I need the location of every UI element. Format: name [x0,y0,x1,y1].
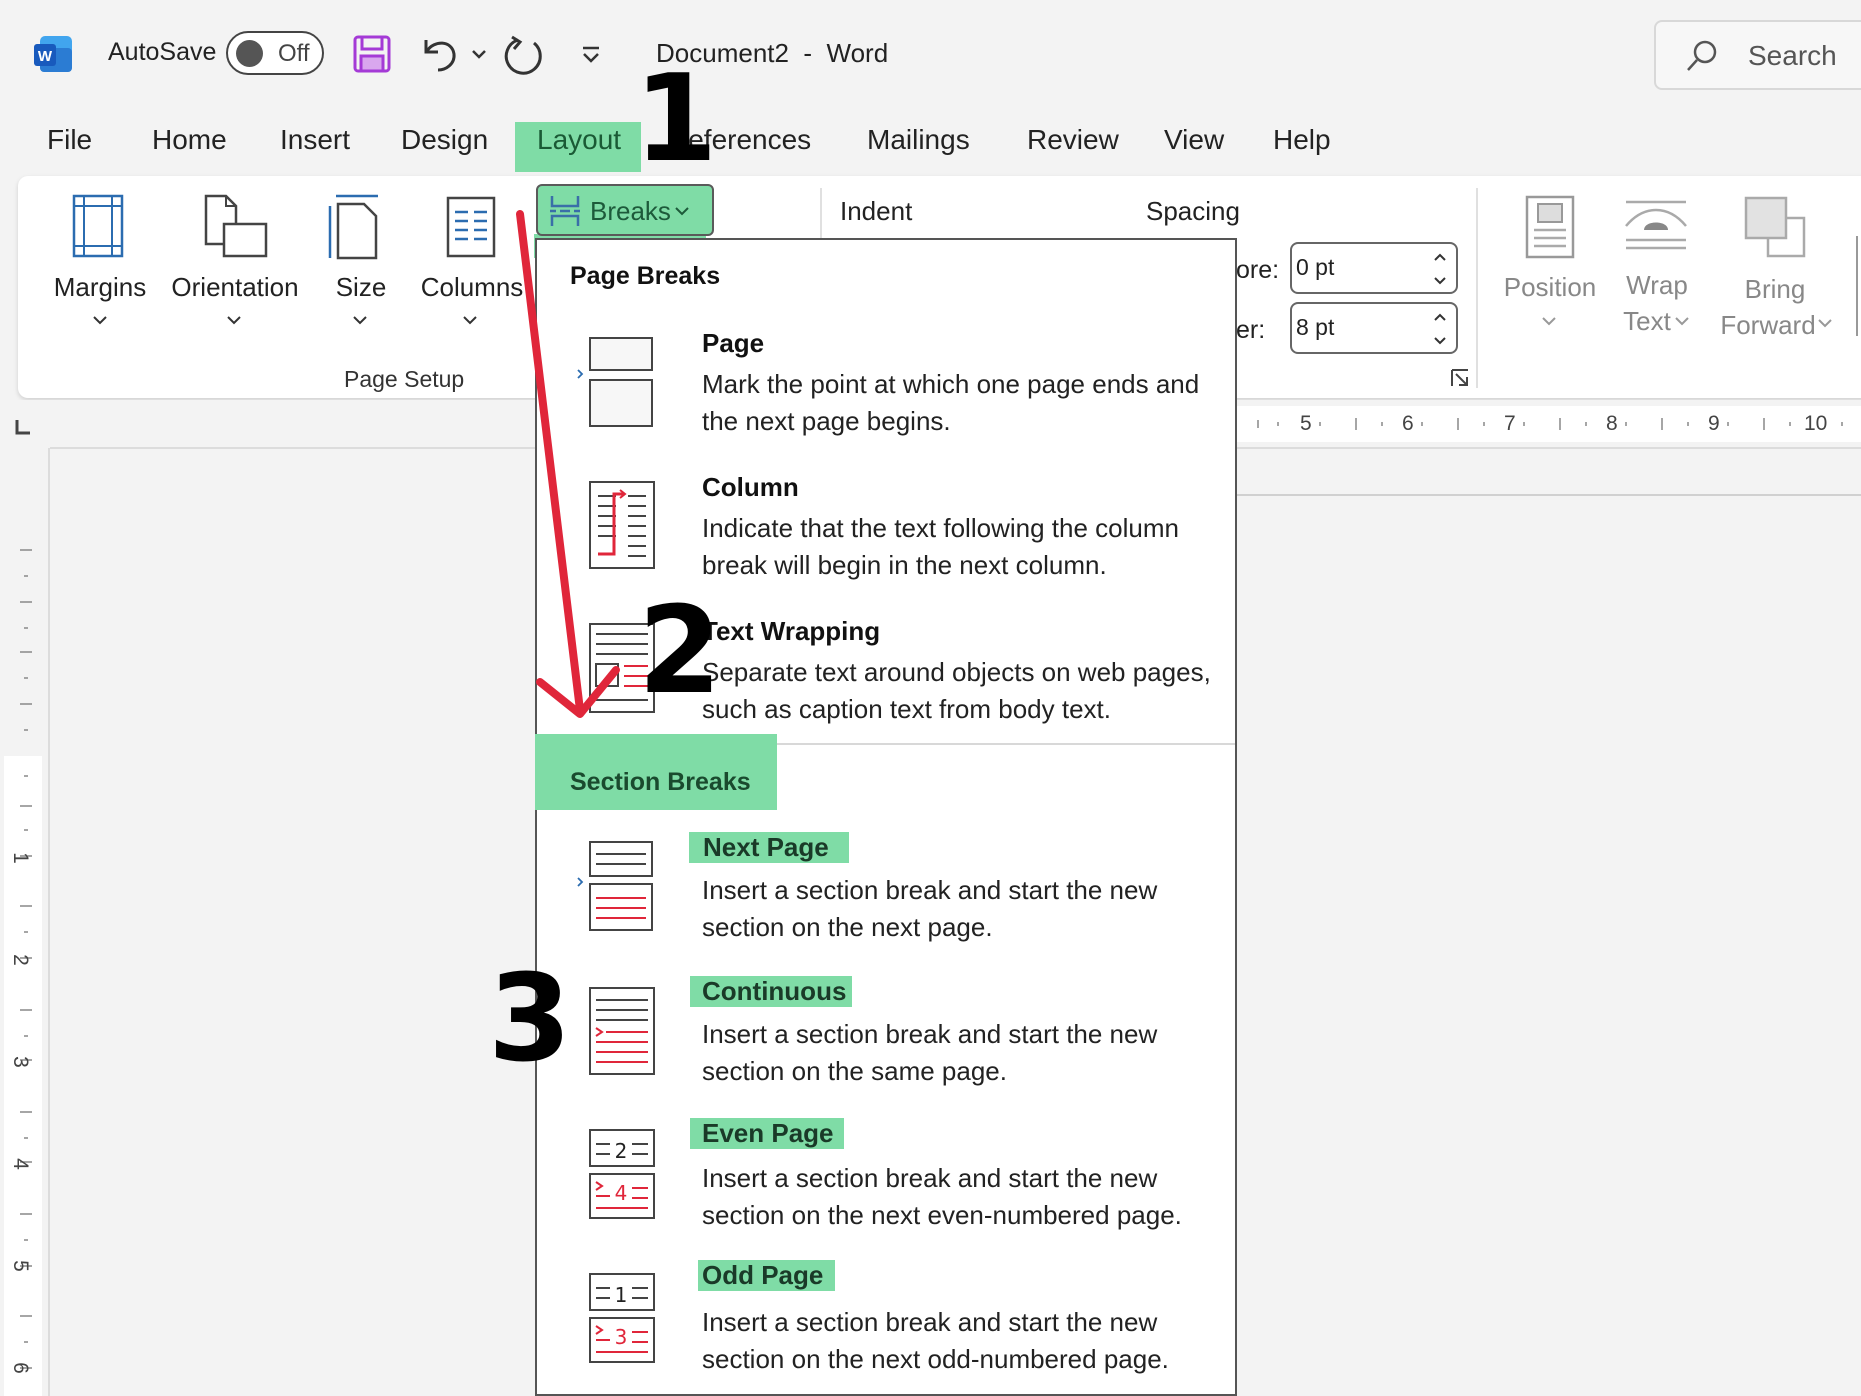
spacing-before-input[interactable]: 0 pt [1290,242,1458,294]
spacing-after-input[interactable]: 8 pt [1290,302,1458,354]
search-icon [1684,38,1720,74]
tab-review[interactable]: Review [1027,124,1119,156]
autosave-state: Off [278,40,310,67]
ruler-ticks [1257,418,1843,430]
customize-toolbar-icon[interactable] [578,44,604,66]
spinner-arrows-icon[interactable] [1432,310,1448,348]
autosave-toggle[interactable]: Off [226,31,324,75]
orientation-icon [200,194,270,260]
title-bar: W AutoSave Off Document2 - Word Search [0,0,1861,110]
autosave-label: AutoSave [108,38,217,66]
spacing-before-label: ore: [1236,256,1280,284]
tab-file[interactable]: File [47,124,92,156]
next-page-break-desc: Insert a section break and start the new… [702,875,1158,942]
margins-button[interactable]: Margins [48,272,152,303]
tab-help[interactable]: Help [1273,124,1331,156]
text-wrapping-break-title[interactable]: Text Wrapping [702,616,880,647]
annotation-arrow [516,210,620,718]
annotation-step-3: 3 [488,950,572,1089]
redo-icon[interactable] [504,34,546,76]
vertical-ruler-edge [48,448,50,1396]
columns-chevron-icon [462,315,478,325]
word-logo-icon: W [34,34,74,74]
even-icon-number: 4 [615,1181,628,1205]
search-label: Search [1748,40,1837,71]
wrap-text-line2[interactable]: Text [1612,306,1682,337]
indent-label: Indent [840,196,913,226]
odd-page-break-desc: Insert a section break and start the new… [702,1307,1169,1374]
bring-forward-icon [1742,194,1808,260]
page-setup-group-label: Page Setup [344,366,465,392]
tab-stop-icon[interactable] [14,418,32,436]
text-wrapping-break-desc: Separate text around objects on web page… [702,657,1211,724]
tab-insert[interactable]: Insert [280,124,350,156]
page-break-desc: Mark the point at which one page ends an… [702,369,1200,436]
continuous-break-title[interactable]: Continuous [690,976,853,1007]
size-chevron-icon [352,315,368,325]
spacing-before-value: 0 pt [1296,254,1335,280]
tab-mailings[interactable]: Mailings [867,124,970,156]
breaks-chevron-icon [674,206,690,216]
odd-page-break-icon: 1 3 [588,1272,656,1364]
section-breaks-heading: Section Breaks [570,768,751,796]
odd-icon-number: 3 [615,1325,628,1349]
next-page-break-icon [576,840,656,932]
save-icon[interactable] [352,34,392,74]
undo-icon[interactable] [418,34,460,74]
position-button[interactable]: Position [1498,272,1602,303]
continuous-break-desc: Insert a section break and start the new… [702,1019,1158,1086]
even-page-break-desc: Insert a section break and start the new… [702,1163,1182,1230]
even-page-break-icon: 2 4 [588,1128,656,1220]
continuous-break-icon [588,986,656,1076]
wrap-text-line1[interactable]: Wrap [1612,270,1702,301]
vertical-ruler-number: 2 [8,954,32,966]
even-page-break-title[interactable]: Even Page [690,1118,844,1149]
tab-home[interactable]: Home [152,124,227,156]
toggle-knob [236,40,263,67]
vertical-ruler-number: 1 [8,852,32,864]
margins-chevron-icon [92,315,108,325]
tab-view[interactable]: View [1164,124,1224,156]
ribbon-edge-divider [1856,236,1858,336]
bring-forward-line1[interactable]: Bring [1720,274,1830,305]
paragraph-dialog-launcher-icon[interactable] [1450,368,1470,388]
margins-icon [70,192,126,260]
column-break-title[interactable]: Column [702,472,799,503]
spinner-arrows-icon[interactable] [1432,250,1448,288]
svg-text:W: W [38,48,53,65]
bring-forward-chevron-icon [1817,318,1833,328]
odd-page-break-title[interactable]: Odd Page [698,1260,836,1291]
annotation-step-2: 2 [638,582,722,721]
ribbon-separator [1476,188,1478,388]
even-icon-number: 2 [615,1139,628,1163]
column-break-desc: Indicate that the text following the col… [702,513,1179,580]
search-box[interactable]: Search [1654,20,1861,90]
vertical-ruler-number: 6 [8,1362,32,1374]
orientation-chevron-icon [226,315,242,325]
tab-design[interactable]: Design [401,124,488,156]
wrap-text-chevron-icon [1674,316,1690,326]
odd-icon-number: 1 [615,1283,628,1307]
spacing-label: Spacing [1146,196,1240,226]
next-page-break-title[interactable]: Next Page [689,832,849,863]
size-button[interactable]: Size [324,272,398,303]
position-chevron-icon [1541,316,1557,326]
size-icon [326,192,386,262]
ribbon-separator [820,188,822,242]
undo-dropdown-icon[interactable] [468,44,490,64]
wrap-text-icon [1622,196,1690,252]
orientation-button[interactable]: Orientation [162,272,308,303]
vertical-ruler-number: 4 [8,1158,32,1170]
vertical-ruler-number: 3 [8,1056,32,1068]
annotation-step-1: 1 [634,50,718,189]
tab-layout[interactable]: Layout [537,124,621,156]
columns-icon [444,194,498,260]
vertical-ruler-number: 5 [8,1260,32,1272]
bring-forward-line2[interactable]: Forward [1712,310,1824,341]
page-break-title[interactable]: Page [702,328,764,359]
spacing-after-value: 8 pt [1296,314,1335,340]
spacing-after-label: er: [1236,316,1266,344]
page-top-edge [1236,494,1861,496]
position-icon [1524,194,1576,260]
